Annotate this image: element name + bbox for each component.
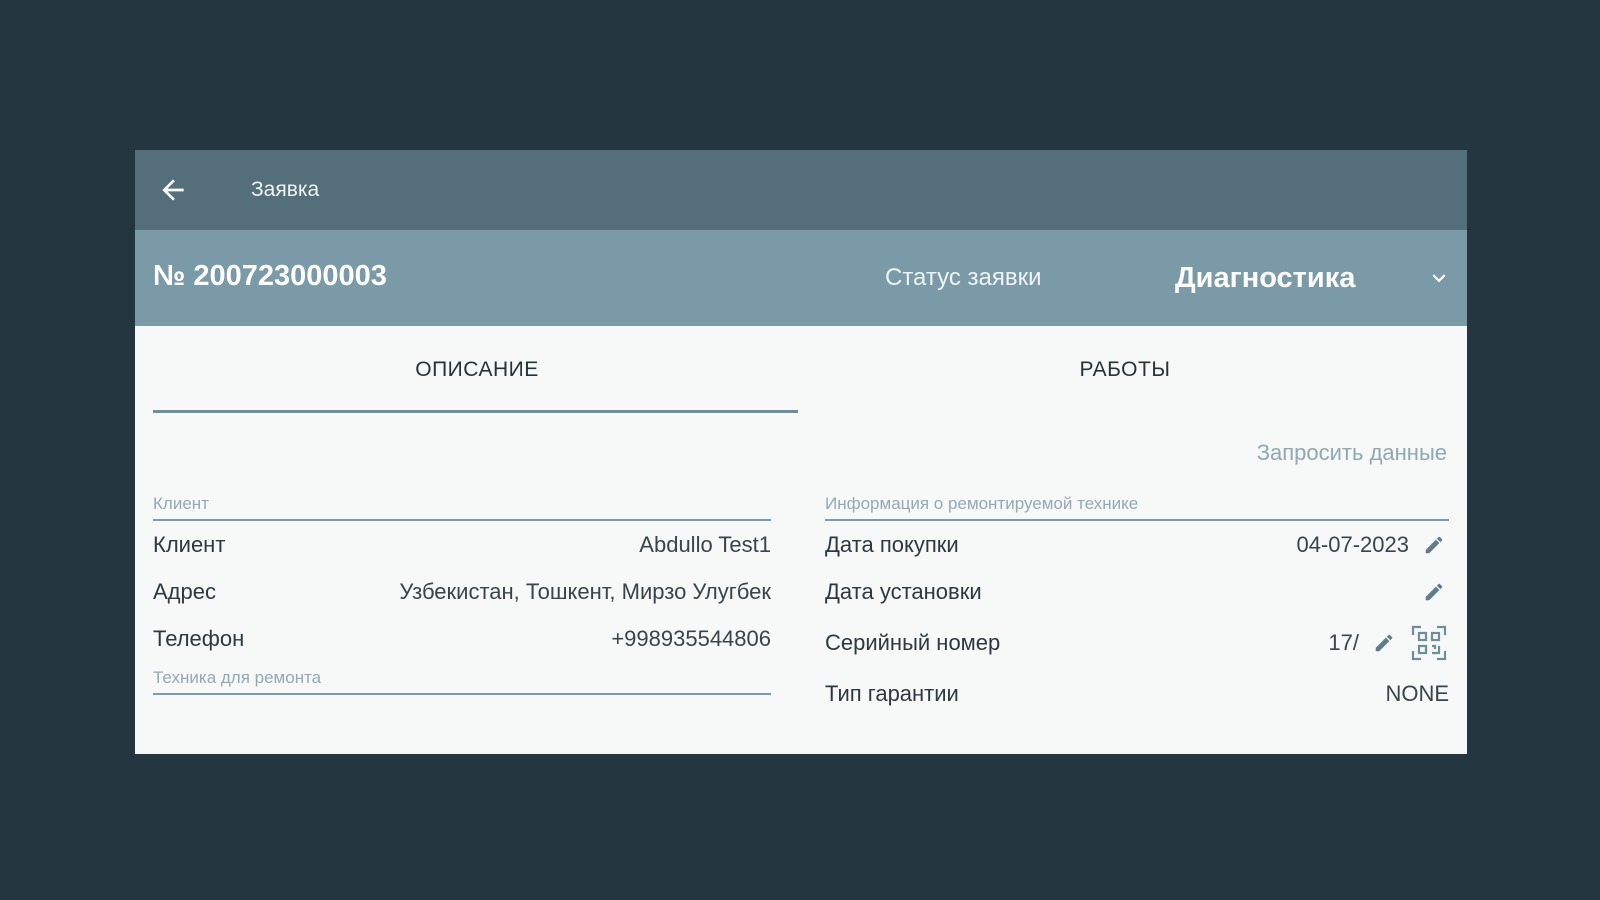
install-date-row: Дата установки — [825, 568, 1449, 615]
status-dropdown[interactable]: Диагностика — [1175, 252, 1453, 304]
client-value: Abdullo Test1 — [639, 531, 771, 557]
serial-number-value: 17/ — [1328, 629, 1359, 655]
tab-works[interactable]: РАБОТЫ — [801, 326, 1449, 414]
phone-label: Телефон — [153, 625, 245, 651]
chevron-down-icon — [1425, 264, 1453, 292]
edit-serial-number-button[interactable] — [1369, 628, 1399, 658]
status-value: Диагностика — [1175, 261, 1356, 294]
pencil-icon — [1425, 583, 1443, 600]
serial-number-row: Серийный номер 17/ — [825, 615, 1449, 670]
equipment-section-header: Техника для ремонта — [153, 668, 771, 695]
address-value: Узбекистан, Тошкент, Мирзо Улугбек — [399, 578, 771, 604]
repair-info-column: Информация о ремонтируемой технике Дата … — [825, 494, 1449, 717]
purchase-date-value: 04-07-2023 — [1296, 531, 1409, 557]
phone-value: +998935544806 — [611, 625, 771, 651]
status-label: Статус заявки — [885, 264, 1042, 291]
order-header: № 200723000003 Статус заявки Диагностика — [135, 230, 1467, 326]
app-bar: Заявка — [135, 150, 1467, 230]
back-button[interactable] — [149, 166, 197, 214]
purchase-date-label: Дата покупки — [825, 531, 959, 557]
client-row: Клиент Abdullo Test1 — [153, 521, 771, 568]
repair-info-section-header: Информация о ремонтируемой технике — [825, 494, 1449, 521]
edit-install-date-button[interactable] — [1419, 577, 1449, 607]
scan-serial-button[interactable] — [1409, 623, 1449, 663]
purchase-date-row: Дата покупки 04-07-2023 — [825, 521, 1449, 568]
phone-row: Телефон +998935544806 — [153, 615, 771, 662]
page-title: Заявка — [251, 178, 320, 201]
install-date-label: Дата установки — [825, 578, 982, 604]
warranty-type-label: Тип гарантии — [825, 680, 959, 706]
edit-purchase-date-button[interactable] — [1419, 530, 1449, 560]
tab-bar: ОПИСАНИЕ РАБОТЫ — [153, 326, 1449, 414]
request-data-link[interactable]: Запросить данные — [1257, 440, 1447, 466]
client-section-header: Клиент — [153, 494, 771, 521]
warranty-type-value: NONE — [1385, 680, 1449, 706]
pencil-icon — [1425, 536, 1443, 553]
order-number: № 200723000003 — [153, 260, 387, 292]
client-column: Клиент Клиент Abdullo Test1 Адрес Узбеки… — [153, 494, 771, 695]
arrow-left-icon — [162, 179, 184, 201]
app-window: Заявка № 200723000003 Статус заявки Диаг… — [135, 150, 1467, 754]
serial-number-label: Серийный номер — [825, 629, 1001, 655]
pencil-icon — [1375, 634, 1393, 651]
warranty-type-row: Тип гарантии NONE — [825, 670, 1449, 717]
address-label: Адрес — [153, 578, 216, 604]
tab-description[interactable]: ОПИСАНИЕ — [153, 326, 801, 414]
client-label: Клиент — [153, 531, 226, 557]
qr-scan-icon — [1411, 625, 1447, 660]
address-row: Адрес Узбекистан, Тошкент, Мирзо Улугбек — [153, 568, 771, 615]
